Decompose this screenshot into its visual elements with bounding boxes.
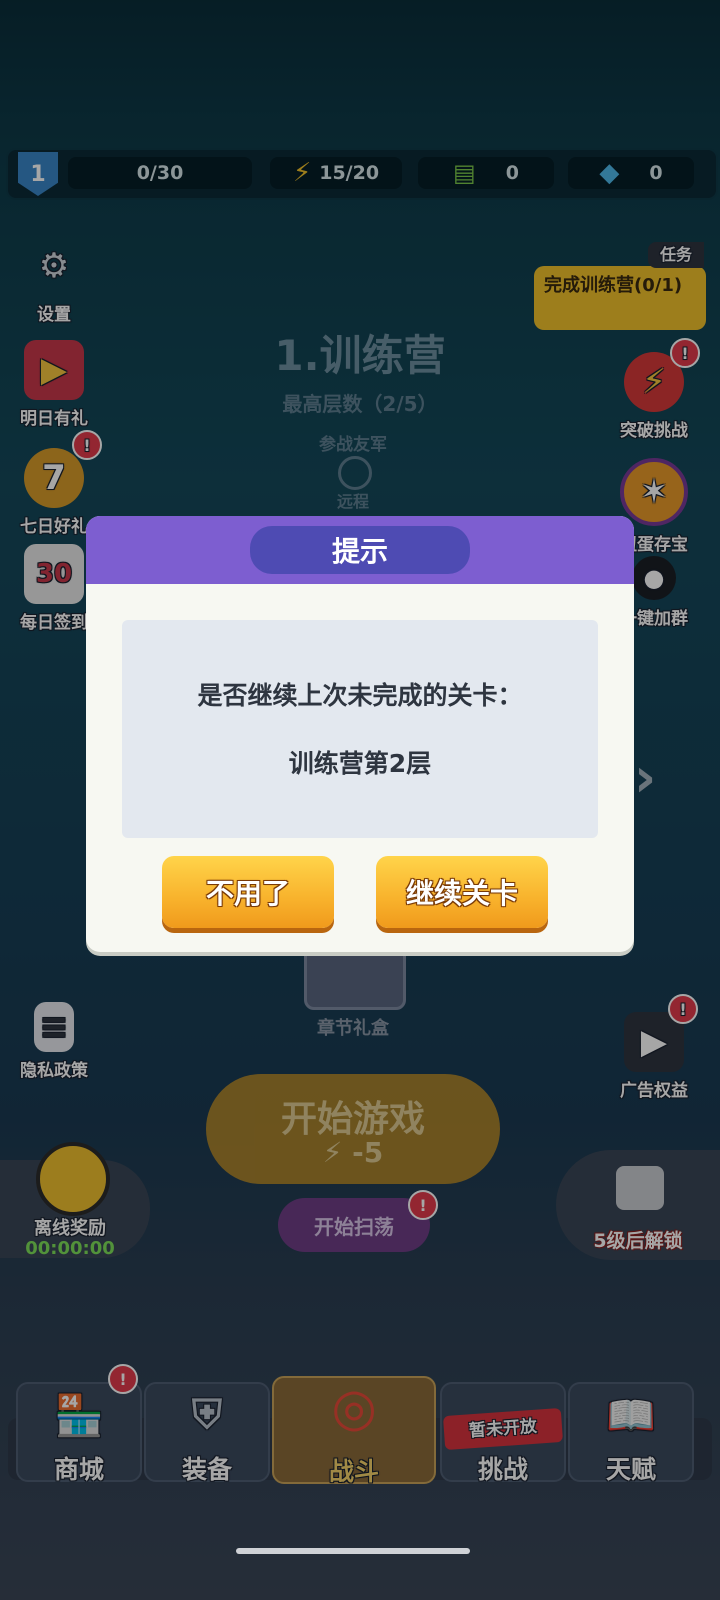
dialog-title: 提示 xyxy=(250,526,470,574)
continue-button[interactable]: 继续关卡 xyxy=(376,856,548,928)
home-indicator[interactable] xyxy=(236,1548,470,1554)
continue-label: 继续关卡 xyxy=(405,877,518,910)
cancel-label: 不用了 xyxy=(205,877,290,910)
dialog-header: 提示 xyxy=(86,516,634,584)
continue-dialog: 提示 是否继续上次未完成的关卡： 训练营第2层 不用了 继续关卡 xyxy=(86,516,634,952)
dialog-stage-name: 训练营第2层 xyxy=(288,749,432,778)
dialog-panel: 是否继续上次未完成的关卡： 训练营第2层 xyxy=(122,620,598,838)
dialog-message: 是否继续上次未完成的关卡： xyxy=(197,681,523,710)
cancel-button[interactable]: 不用了 xyxy=(162,856,334,928)
